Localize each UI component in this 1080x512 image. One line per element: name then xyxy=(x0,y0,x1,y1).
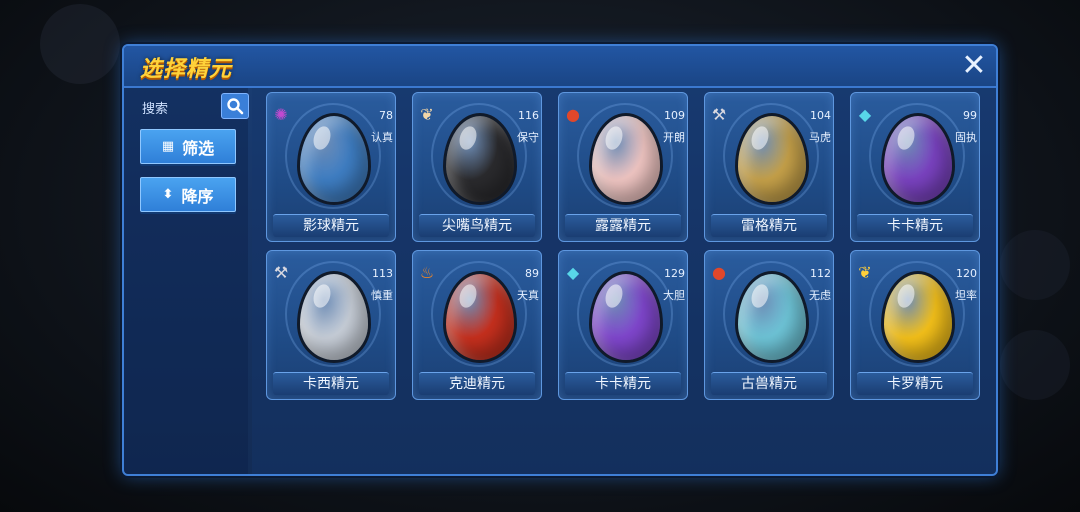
essence-card[interactable]: ◆ 99 固执卡卡精元 xyxy=(850,92,980,242)
essence-number: 78 xyxy=(379,109,393,122)
search-label: 搜索 xyxy=(142,102,169,117)
essence-nature: 慎重 xyxy=(371,289,393,302)
essence-number: 116 xyxy=(518,109,539,122)
essence-number: 120 xyxy=(956,267,977,280)
essence-name: 露露精元 xyxy=(565,214,681,237)
dialog-title: 选择精元 xyxy=(140,57,233,82)
sort-label: 降序 xyxy=(181,186,214,206)
essence-number: 112 xyxy=(810,267,831,280)
essence-nature: 无虑 xyxy=(809,289,831,302)
wing-icon: ❦ xyxy=(420,105,434,124)
fire-face-icon: ● xyxy=(712,263,726,282)
essence-nature: 认真 xyxy=(371,131,393,144)
essence-number: 113 xyxy=(372,267,393,280)
search-icon xyxy=(227,98,244,115)
essence-name: 雷格精元 xyxy=(711,214,827,237)
essence-name: 卡卡精元 xyxy=(857,214,973,237)
dialog-header: 选择精元 ✕ xyxy=(124,46,996,88)
wing-icon: ❦ xyxy=(858,263,872,282)
sort-button[interactable]: ⬍ 降序 xyxy=(140,177,236,212)
essence-card[interactable]: ● 109 开朗露露精元 xyxy=(558,92,688,242)
essence-nature: 马虎 xyxy=(809,131,831,144)
background-avatar xyxy=(40,4,120,84)
essence-nature: 开朗 xyxy=(663,131,685,144)
essence-card[interactable]: ♨ 89 天真克迪精元 xyxy=(412,250,542,400)
filter-label: 筛选 xyxy=(182,138,215,158)
essence-number: 129 xyxy=(664,267,685,280)
essence-nature: 大胆 xyxy=(663,289,685,302)
essence-card[interactable]: ◆ 129 大胆卡卡精元 xyxy=(558,250,688,400)
crystal-icon: ◆ xyxy=(858,105,872,124)
background-decoration xyxy=(1000,230,1070,300)
search-button[interactable] xyxy=(221,93,249,119)
wrench-icon: ⚒ xyxy=(711,105,727,124)
essence-card[interactable]: ● 112 无虑古兽精元 xyxy=(704,250,834,400)
crystal-icon: ◆ xyxy=(566,263,580,282)
grid-icon: ▦ xyxy=(161,139,175,154)
essence-name: 克迪精元 xyxy=(419,372,535,395)
close-button[interactable]: ✕ xyxy=(958,50,990,82)
essence-name: 卡卡精元 xyxy=(565,372,681,395)
essence-name: 影球精元 xyxy=(273,214,389,237)
purple-swirl-icon: ✺ xyxy=(274,105,288,124)
essence-number: 89 xyxy=(525,267,539,280)
filter-button[interactable]: ▦ 筛选 xyxy=(140,129,236,164)
essence-name: 古兽精元 xyxy=(711,372,827,395)
essence-card[interactable]: ⚒ 113 慎重卡西精元 xyxy=(266,250,396,400)
fire-face-icon: ● xyxy=(566,105,580,124)
essence-nature: 保守 xyxy=(517,131,539,144)
essence-nature: 固执 xyxy=(955,131,977,144)
essence-card[interactable]: ❦ 116 保守尖嘴鸟精元 xyxy=(412,92,542,242)
essence-number: 109 xyxy=(664,109,685,122)
essence-card[interactable]: ❦ 120 坦率卡罗精元 xyxy=(850,250,980,400)
essence-name: 尖嘴鸟精元 xyxy=(419,214,535,237)
essence-number: 99 xyxy=(963,109,977,122)
essence-nature: 坦率 xyxy=(955,289,977,302)
essence-name: 卡罗精元 xyxy=(857,372,973,395)
essence-card[interactable]: ⚒ 104 马虎雷格精元 xyxy=(704,92,834,242)
essence-name: 卡西精元 xyxy=(273,372,389,395)
background-decoration xyxy=(1000,330,1070,400)
wrench-icon: ⚒ xyxy=(273,263,289,282)
essence-number: 104 xyxy=(810,109,831,122)
essence-nature: 天真 xyxy=(517,289,539,302)
flame-icon: ♨ xyxy=(419,263,435,282)
sort-icon: ⬍ xyxy=(162,187,174,202)
essence-card[interactable]: ✺ 78 认真影球精元 xyxy=(266,92,396,242)
